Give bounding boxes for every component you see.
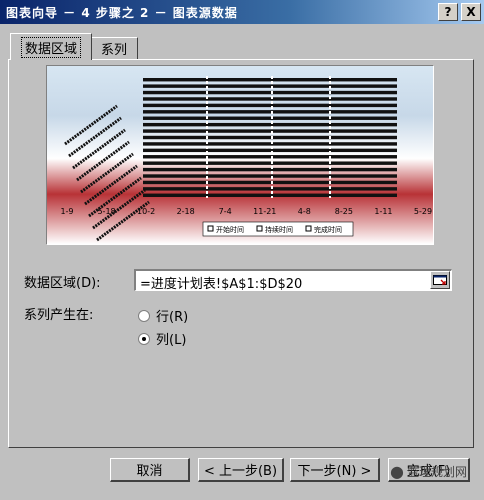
gantt-bar — [143, 84, 397, 88]
gantt-bar — [143, 193, 397, 197]
x-tick-label: 7-4 — [219, 207, 232, 216]
gantt-bar — [143, 110, 397, 114]
legend-label: 开始时间 — [216, 225, 244, 234]
gantt-bar — [143, 122, 397, 127]
gantt-bar — [143, 187, 397, 191]
gantt-bar — [143, 78, 397, 82]
title-bar[interactable]: 图表向导 － 4 步骤之 2 － 图表源数据 ? X — [0, 0, 484, 24]
window-title: 图表向导 － 4 步骤之 2 － 图表源数据 — [6, 5, 238, 20]
data-range-label: 数据区域(D): — [24, 276, 101, 291]
x-tick-label: 2-18 — [177, 207, 195, 216]
help-button[interactable]: ? — [438, 3, 458, 21]
gantt-bar — [143, 90, 397, 95]
collapse-dialog-button[interactable] — [430, 271, 450, 289]
x-tick-label: 8-25 — [335, 207, 353, 216]
chart-preview: 1-9 5-18 10-2 2-18 7-4 11-21 4-8 8-25 1-11 5-29 开始… — [46, 65, 434, 245]
x-tick-label: 11-21 — [253, 207, 276, 216]
collapse-dialog-icon — [433, 275, 447, 285]
gantt-bar — [143, 155, 397, 159]
cancel-button[interactable]: 取消 — [110, 458, 190, 482]
legend-swatch — [207, 225, 214, 232]
close-button[interactable]: X — [461, 3, 481, 21]
x-tick-label: 4-8 — [298, 207, 311, 216]
rows-radio-label: 行(R) — [156, 310, 189, 325]
gantt-bar — [143, 116, 397, 120]
columns-radio[interactable]: 列(L) — [138, 329, 186, 348]
rows-radio-circle[interactable] — [138, 309, 150, 322]
x-tick-label: 10-2 — [137, 207, 155, 216]
gantt-bar — [143, 174, 397, 178]
series-in-label: 系列产生在: — [24, 308, 94, 323]
x-tick-label: 1-9 — [60, 207, 73, 216]
back-button[interactable]: < 上一步(B) — [198, 458, 284, 482]
gantt-bar — [143, 180, 397, 185]
watermark: ● 监理规划网 — [390, 456, 482, 486]
gantt-bar — [143, 97, 397, 101]
gantt-bar — [143, 161, 397, 165]
legend-swatch — [256, 225, 263, 232]
gantt-bar — [143, 148, 397, 153]
gantt-bar — [143, 135, 397, 140]
x-tick-label: 1-11 — [374, 207, 392, 216]
gantt-bar — [143, 167, 397, 172]
gantt-bar — [143, 142, 397, 146]
wechat-icon: ● — [390, 461, 404, 481]
legend-swatch — [305, 225, 312, 232]
tab-data-range-label: 数据区域 — [21, 36, 82, 58]
next-button[interactable]: 下一步(N) > — [290, 458, 380, 482]
data-range-input[interactable]: =进度计划表!$A$1:$D$20 — [134, 269, 452, 291]
columns-radio-label: 列(L) — [156, 333, 187, 348]
legend-label: 完成时间 — [314, 225, 342, 234]
tab-series[interactable]: 系列 — [90, 37, 139, 59]
watermark-text: 监理规划网 — [406, 464, 467, 479]
columns-radio-circle[interactable] — [138, 332, 150, 345]
legend-label: 持续时间 — [265, 225, 293, 234]
x-tick-label: 5-29 — [414, 207, 432, 216]
rows-radio[interactable]: 行(R) — [138, 306, 188, 325]
gantt-bar — [143, 103, 397, 108]
chart-preview-svg: 1-9 5-18 10-2 2-18 7-4 11-21 4-8 8-25 1-11 5-29开始… — [60, 76, 432, 242]
tab-data-range[interactable]: 数据区域 — [10, 33, 93, 60]
tab-series-label: 系列 — [101, 43, 128, 58]
gantt-bar — [143, 129, 397, 133]
